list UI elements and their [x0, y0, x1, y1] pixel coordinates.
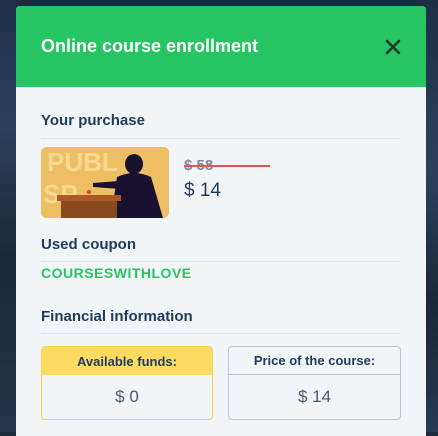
- available-funds-label: Available funds:: [42, 347, 212, 375]
- course-thumbnail[interactable]: PUBL SP: [41, 147, 169, 218]
- purchase-section-title: Your purchase: [41, 112, 145, 129]
- divider: [41, 333, 401, 334]
- price-strikethrough: [184, 165, 270, 167]
- close-button[interactable]: [381, 35, 405, 59]
- course-thumbnail-image: PUBL SP: [41, 147, 169, 218]
- course-price-box: Price of the course: $ 14: [228, 346, 401, 420]
- coupon-code: COURSESWITHLOVE: [41, 265, 192, 281]
- financial-section-title: Financial information: [41, 308, 193, 325]
- coupon-section-title: Used coupon: [41, 236, 137, 253]
- svg-text:PUBL: PUBL: [47, 147, 118, 177]
- available-funds-value: $ 0: [115, 387, 139, 406]
- course-price-label: Price of the course:: [229, 347, 400, 375]
- new-price: $ 14: [184, 180, 221, 201]
- course-price-value: $ 14: [297, 387, 332, 406]
- divider: [41, 138, 401, 139]
- available-funds-box: Available funds: $ 0: [41, 346, 213, 420]
- modal-header: Online course enrollment: [16, 6, 426, 87]
- enrollment-modal: Online course enrollment Your purchase P…: [16, 6, 426, 436]
- background-page-left: [0, 0, 16, 432]
- background-page-right: [426, 0, 438, 432]
- close-icon: [385, 39, 401, 55]
- modal-title: Online course enrollment: [41, 36, 259, 56]
- divider: [41, 261, 401, 262]
